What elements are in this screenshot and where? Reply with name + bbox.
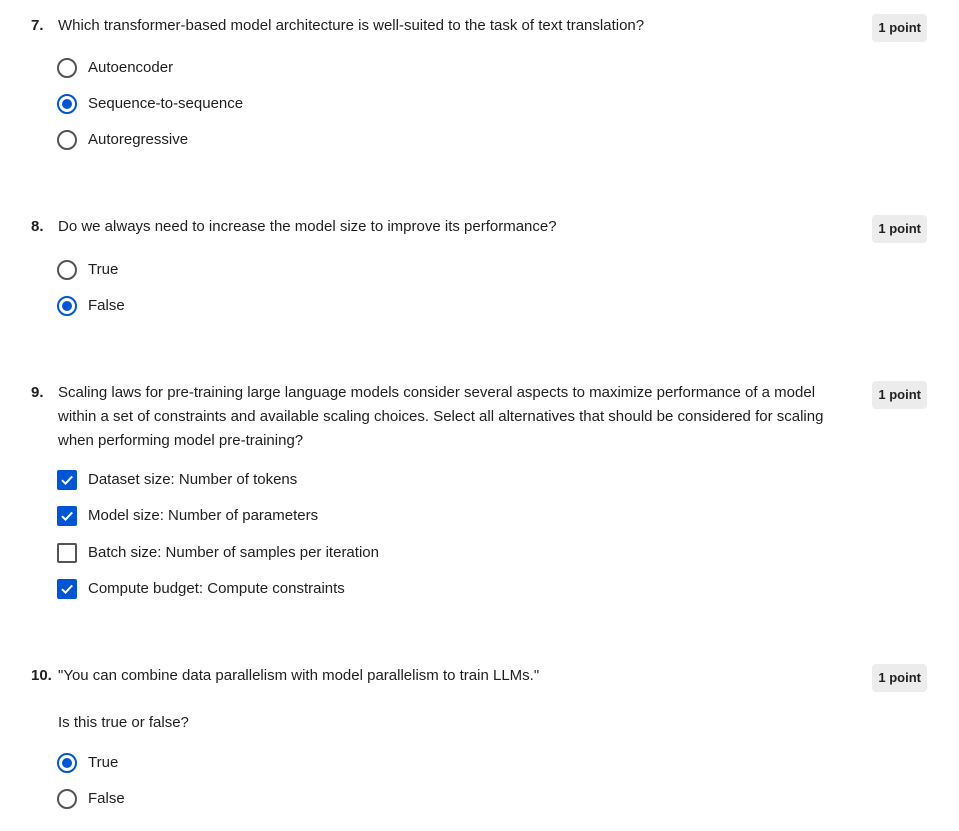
question-number: 10. [31,667,52,684]
radio-option-autoencoder[interactable]: Autoencoder [57,57,173,79]
checkbox-option-dataset-size[interactable]: Dataset size: Number of tokens [57,469,297,491]
option-label: Autoregressive [88,131,189,148]
question-number: 8. [31,218,44,235]
points-badge: 1 point [872,664,927,692]
checkbox-checked[interactable] [57,579,77,599]
question-number: 9. [31,384,44,401]
radio-button[interactable] [57,789,77,809]
option-label: False [88,790,125,807]
checkbox-checked[interactable] [57,506,77,526]
radio-option-true[interactable]: True [57,752,118,774]
radio-button-selected[interactable] [57,296,77,316]
question-text: "You can combine data parallelism with m… [58,667,540,684]
option-label: Autoencoder [88,59,174,76]
checkbox-option-compute-budget[interactable]: Compute budget: Compute constraints [57,578,345,600]
question-text: Do we always need to increase the model … [58,218,557,235]
radio-button[interactable] [57,260,77,280]
radio-button[interactable] [57,58,77,78]
radio-option-autoregressive[interactable]: Autoregressive [57,129,188,151]
question-text: Scaling laws for pre-training large lang… [58,384,824,449]
radio-option-false[interactable]: False [57,295,125,317]
option-label: Compute budget: Compute constraints [88,580,345,597]
question-number: 7. [31,17,44,34]
check-icon [61,511,73,522]
checkbox-unchecked[interactable] [57,543,77,563]
checkbox-option-model-size[interactable]: Model size: Number of parameters [57,505,318,527]
check-icon [61,584,73,595]
option-label: Sequence-to-sequence [88,95,244,112]
radio-option-false[interactable]: False [57,788,125,810]
checkbox-option-batch-size[interactable]: Batch size: Number of samples per iterat… [57,542,379,564]
radio-button-selected[interactable] [57,94,77,114]
points-badge: 1 point [872,14,927,42]
option-label: False [88,297,125,314]
points-badge: 1 point [872,215,927,243]
radio-button-selected[interactable] [57,753,77,773]
points-badge: 1 point [872,381,927,409]
checkbox-checked[interactable] [57,470,77,490]
question-text: Which transformer-based model architectu… [58,17,645,34]
option-label: True [88,754,119,771]
radio-option-true[interactable]: True [57,259,118,281]
question-subtext: Is this true or false? [58,714,189,731]
option-label: Batch size: Number of samples per iterat… [88,544,379,561]
option-label: Dataset size: Number of tokens [88,471,298,488]
radio-option-sequence-to-sequence[interactable]: Sequence-to-sequence [57,93,243,115]
radio-button[interactable] [57,130,77,150]
option-label: True [88,261,119,278]
option-label: Model size: Number of parameters [88,507,319,524]
check-icon [61,475,73,486]
